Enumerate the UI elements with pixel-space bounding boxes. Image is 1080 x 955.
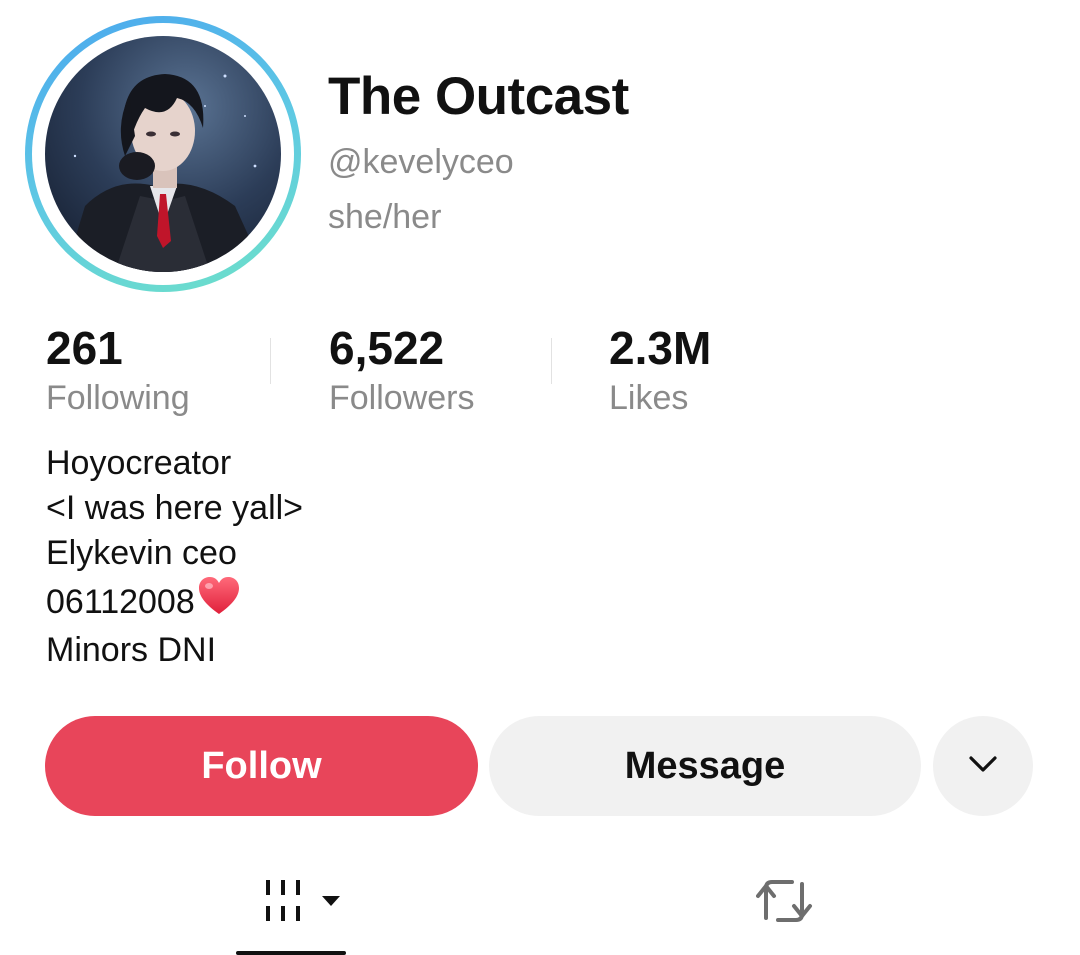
bio-line: Hoyocreator [46,444,232,482]
tab-reposts[interactable] [740,870,836,940]
red-heart-icon [197,576,241,628]
active-tab-indicator [236,951,346,955]
profile-page: The Outcast @kevelyceo she/her 261 Follo… [0,0,1080,955]
stat-divider [270,338,271,384]
bio-line: <I was here yall> [46,489,304,527]
following-count: 261 [46,322,123,374]
stat-likes[interactable]: 2.3M Likes [609,322,711,420]
message-button[interactable]: Message [489,716,921,816]
stat-following[interactable]: 261 Following [46,322,190,420]
avatar[interactable] [45,36,281,272]
pronouns: she/her [328,198,442,236]
avatar-story-ring[interactable] [25,16,301,292]
followers-label: Followers [329,379,475,417]
bio-line: Minors DNI [46,631,217,669]
display-name: The Outcast [328,67,629,126]
following-label: Following [46,379,190,417]
follow-button[interactable]: Follow [45,716,478,816]
likes-label: Likes [609,379,689,417]
repost-icon [756,874,820,935]
bio-line-with-emoji: 06112008 [46,576,303,628]
bio-line-text: 06112008 [46,582,195,621]
bio-line: Elykevin ceo [46,534,237,572]
stat-divider [551,338,552,384]
username-handle: @kevelyceo [328,143,514,181]
stat-followers[interactable]: 6,522 Followers [329,322,474,420]
tab-videos[interactable] [236,870,346,955]
more-options-button[interactable] [933,716,1033,816]
chevron-down-icon [968,755,998,778]
likes-count: 2.3M [609,322,712,374]
bio: Hoyocreator <I was here yall> Elykevin c… [46,441,303,673]
followers-count: 6,522 [329,322,445,374]
videos-grid-icon [264,878,348,933]
